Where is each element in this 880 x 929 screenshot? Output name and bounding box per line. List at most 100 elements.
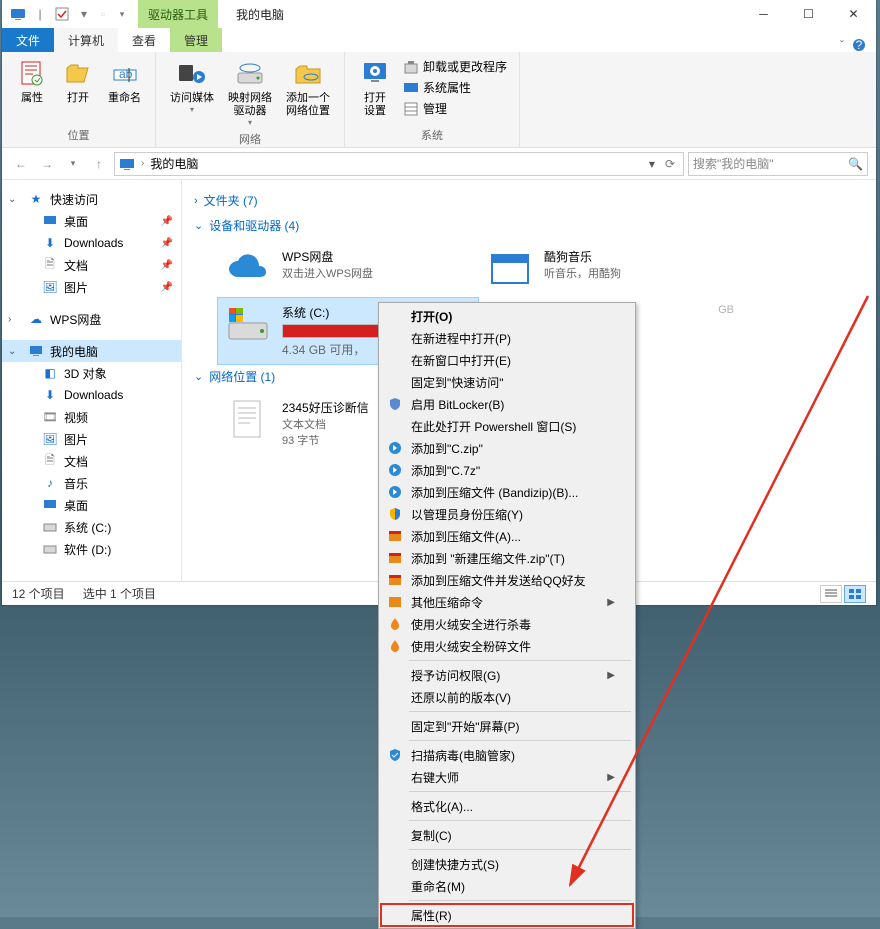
ribbon-btn-sys-props[interactable]: 系统属性 — [399, 77, 511, 98]
search-icon[interactable]: 🔍 — [848, 157, 863, 171]
nav-quick-access[interactable]: ⌄★快速访问 — [2, 188, 181, 210]
ribbon-btn-manage[interactable]: 管理 — [399, 98, 511, 119]
maximize-button[interactable]: ☐ — [786, 0, 831, 28]
nav-video[interactable]: 🎞视频 — [2, 406, 181, 428]
ctx-open-new-process[interactable]: 在新进程中打开(P) — [381, 327, 633, 349]
ribbon-btn-add-netloc[interactable]: 添加一个 网络位置 — [280, 56, 336, 129]
refresh-icon[interactable]: ⟳ — [661, 157, 679, 171]
ctx-bitlocker[interactable]: 启用 BitLocker(B) — [381, 393, 633, 415]
ctx-other-compress[interactable]: 其他压缩命令▶ — [381, 591, 633, 613]
tab-view[interactable]: 查看 — [118, 28, 170, 52]
ribbon-tabs: 文件 计算机 查看 管理 ˇ ? — [2, 28, 876, 52]
ctx-add-new-zip[interactable]: 添加到 "新建压缩文件.zip"(T) — [381, 547, 633, 569]
close-button[interactable]: ✕ — [831, 0, 876, 28]
pin-icon: 📌 — [161, 238, 173, 249]
ctx-pin-start[interactable]: 固定到"开始"屏幕(P) — [381, 715, 633, 737]
open-icon — [62, 58, 94, 90]
tile-wps[interactable]: WPS网盘双击进入WPS网盘 — [218, 242, 478, 296]
qat-overflow-icon[interactable]: ▾ — [114, 6, 130, 22]
tab-file[interactable]: 文件 — [2, 28, 54, 52]
nav-up-button[interactable]: ↑ — [88, 153, 110, 175]
ctx-scan-guanjia[interactable]: 扫描病毒(电脑管家) — [381, 744, 633, 766]
ribbon-btn-rename[interactable]: ab 重命名 — [102, 56, 147, 107]
haozip-icon — [386, 549, 404, 567]
ctx-right-click-master[interactable]: 右键大师▶ — [381, 766, 633, 788]
section-devices[interactable]: ⌄设备和驱动器 (4) — [194, 217, 864, 234]
ribbon-btn-access-media[interactable]: 访问媒体 ▾ — [164, 56, 220, 129]
section-folders[interactable]: ›文件夹 (7) — [194, 192, 864, 209]
tab-computer[interactable]: 计算机 — [54, 28, 118, 52]
nav-documents[interactable]: 🗎文档📌 — [2, 254, 181, 276]
ribbon-btn-properties[interactable]: 属性 — [10, 56, 54, 107]
nav-pictures[interactable]: 🖼图片📌 — [2, 276, 181, 298]
address-input[interactable]: › 我的电脑 ▾ ⟳ — [114, 152, 684, 176]
addr-chevron-icon[interactable]: › — [141, 158, 144, 169]
nav-3d-objects[interactable]: ◧3D 对象 — [2, 362, 181, 384]
nav-d-drive[interactable]: 软件 (D:) — [2, 538, 181, 560]
ctx-pin-quick[interactable]: 固定到"快速访问" — [381, 371, 633, 393]
minimize-button[interactable]: ─ — [741, 0, 786, 28]
view-details-button[interactable] — [820, 585, 842, 603]
nav-c-drive[interactable]: 系统 (C:) — [2, 516, 181, 538]
ctx-separator — [409, 740, 631, 741]
ctx-rename[interactable]: 重命名(M) — [381, 875, 633, 897]
ctx-format[interactable]: 格式化(A)... — [381, 795, 633, 817]
nav-downloads[interactable]: ⬇Downloads📌 — [2, 232, 181, 254]
nav-music[interactable]: ♪音乐 — [2, 472, 181, 494]
ribbon-btn-uninstall[interactable]: 卸载或更改程序 — [399, 56, 511, 77]
title-bar: | ▾ ▫ ▾ 驱动器工具 我的电脑 ─ ☐ ✕ — [2, 0, 876, 28]
nav-documents2[interactable]: 🗎文档 — [2, 450, 181, 472]
tab-manage[interactable]: 管理 — [170, 28, 222, 52]
nav-wps[interactable]: ›☁WPS网盘 — [2, 308, 181, 330]
search-input[interactable]: 搜索"我的电脑" 🔍 — [688, 152, 868, 176]
group-label-system: 系统 — [421, 125, 443, 147]
ctx-powershell[interactable]: 在此处打开 Powershell 窗口(S) — [381, 415, 633, 437]
ctx-separator — [409, 711, 631, 712]
ctx-admin-compress[interactable]: 以管理员身份压缩(Y) — [381, 503, 633, 525]
media-icon — [176, 58, 208, 90]
nav-pictures2[interactable]: 🖼图片 — [2, 428, 181, 450]
ctx-huorong-shred[interactable]: 使用火绒安全粉碎文件 — [381, 635, 633, 657]
ctx-huorong-scan[interactable]: 使用火绒安全进行杀毒 — [381, 613, 633, 635]
ctx-add-archive-a[interactable]: 添加到压缩文件(A)... — [381, 525, 633, 547]
ctx-copy[interactable]: 复制(C) — [381, 824, 633, 846]
contextual-tool-tab: 驱动器工具 — [138, 0, 218, 28]
settings-icon — [359, 58, 391, 90]
ctx-add-czip[interactable]: 添加到"C.zip" — [381, 437, 633, 459]
ctx-open-new-window[interactable]: 在新窗口中打开(E) — [381, 349, 633, 371]
ctx-properties[interactable]: 属性(R) — [381, 904, 633, 926]
nav-desktop2[interactable]: 桌面 — [2, 494, 181, 516]
ctx-add-bandizip[interactable]: 添加到压缩文件 (Bandizip)(B)... — [381, 481, 633, 503]
help-icon[interactable]: ? — [852, 38, 866, 52]
ctx-restore-ver[interactable]: 还原以前的版本(V) — [381, 686, 633, 708]
ctx-grant-access[interactable]: 授予访问权限(G)▶ — [381, 664, 633, 686]
context-menu: 打开(O) 在新进程中打开(P) 在新窗口中打开(E) 固定到"快速访问" 启用… — [378, 302, 636, 929]
ctx-open[interactable]: 打开(O) — [381, 305, 633, 327]
pictures-icon: 🖼 — [42, 431, 58, 447]
nav-history-dropdown[interactable]: ▾ — [62, 153, 84, 175]
view-tiles-button[interactable] — [844, 585, 866, 603]
addr-dropdown-icon[interactable]: ▾ — [649, 157, 655, 171]
navigation-pane[interactable]: ⌄★快速访问 桌面📌 ⬇Downloads📌 🗎文档📌 🖼图片📌 ›☁WPS网盘… — [2, 180, 182, 581]
qat-dropdown-icon[interactable]: ▾ — [76, 6, 92, 22]
huorong-icon — [386, 615, 404, 633]
qat-checkbox-icon[interactable] — [54, 6, 70, 22]
ribbon-btn-open-settings[interactable]: 打开 设置 — [353, 56, 397, 120]
desktop-icon — [42, 497, 58, 513]
ribbon-btn-open[interactable]: 打开 — [56, 56, 100, 107]
nav-forward-button[interactable]: → — [36, 153, 58, 175]
nav-this-pc[interactable]: ⌄我的电脑 — [2, 340, 181, 362]
ribbon-collapse-icon[interactable]: ˇ — [840, 38, 844, 52]
ctx-create-shortcut[interactable]: 创建快捷方式(S) — [381, 853, 633, 875]
ribbon-btn-map-drive[interactable]: 映射网络 驱动器 ▾ — [222, 56, 278, 129]
desktop-icon — [42, 213, 58, 229]
ctx-separator — [409, 660, 631, 661]
tile-kugou[interactable]: 酷狗音乐听音乐，用酷狗 — [480, 242, 740, 296]
nav-back-button[interactable]: ← — [10, 153, 32, 175]
svg-text:ab: ab — [119, 67, 133, 81]
window-title: 我的电脑 — [236, 6, 284, 23]
nav-downloads2[interactable]: ⬇Downloads — [2, 384, 181, 406]
ctx-add-c7z[interactable]: 添加到"C.7z" — [381, 459, 633, 481]
ctx-add-send-qq[interactable]: 添加到压缩文件并发送给QQ好友 — [381, 569, 633, 591]
nav-desktop[interactable]: 桌面📌 — [2, 210, 181, 232]
